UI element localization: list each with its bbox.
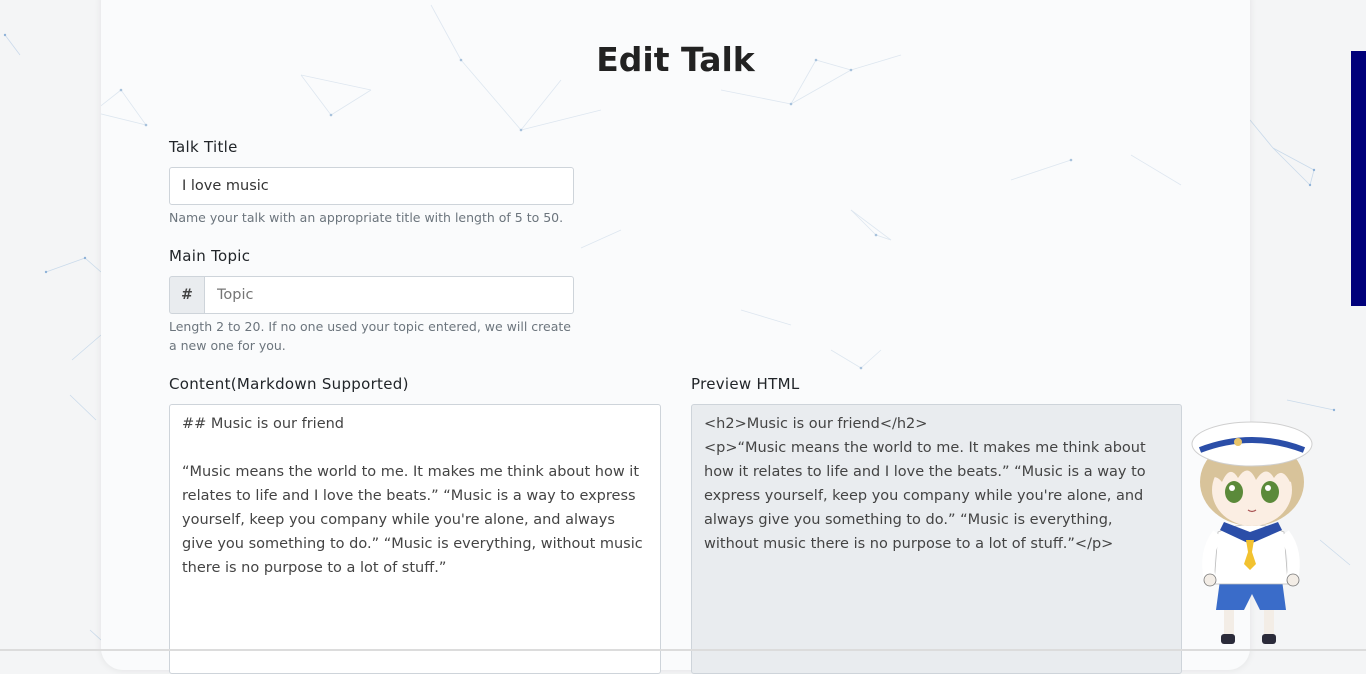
- page-title: Edit Talk: [596, 40, 755, 79]
- preview-label: Preview HTML: [691, 375, 800, 393]
- side-scroll-indicator[interactable]: [1351, 51, 1366, 306]
- main-topic-help: Length 2 to 20. If no one used your topi…: [169, 319, 571, 353]
- mascot-character-icon[interactable]: [1190, 412, 1325, 651]
- content-textarea[interactable]: ## Music is our friend “Music means the …: [169, 404, 661, 674]
- talk-title-input[interactable]: [169, 167, 574, 205]
- main-topic-label: Main Topic: [169, 247, 251, 265]
- talk-title-label: Talk Title: [169, 138, 238, 156]
- preview-html-box: <h2>Music is our friend</h2> <p>“Music m…: [691, 404, 1182, 674]
- talk-title-help: Name your talk with an appropriate title…: [169, 210, 564, 225]
- main-topic-input[interactable]: [205, 276, 574, 314]
- edit-talk-card: Edit Talk Talk Title Name your talk with…: [101, 0, 1250, 674]
- hash-prefix: #: [169, 276, 205, 314]
- content-label: Content(Markdown Supported): [169, 375, 409, 393]
